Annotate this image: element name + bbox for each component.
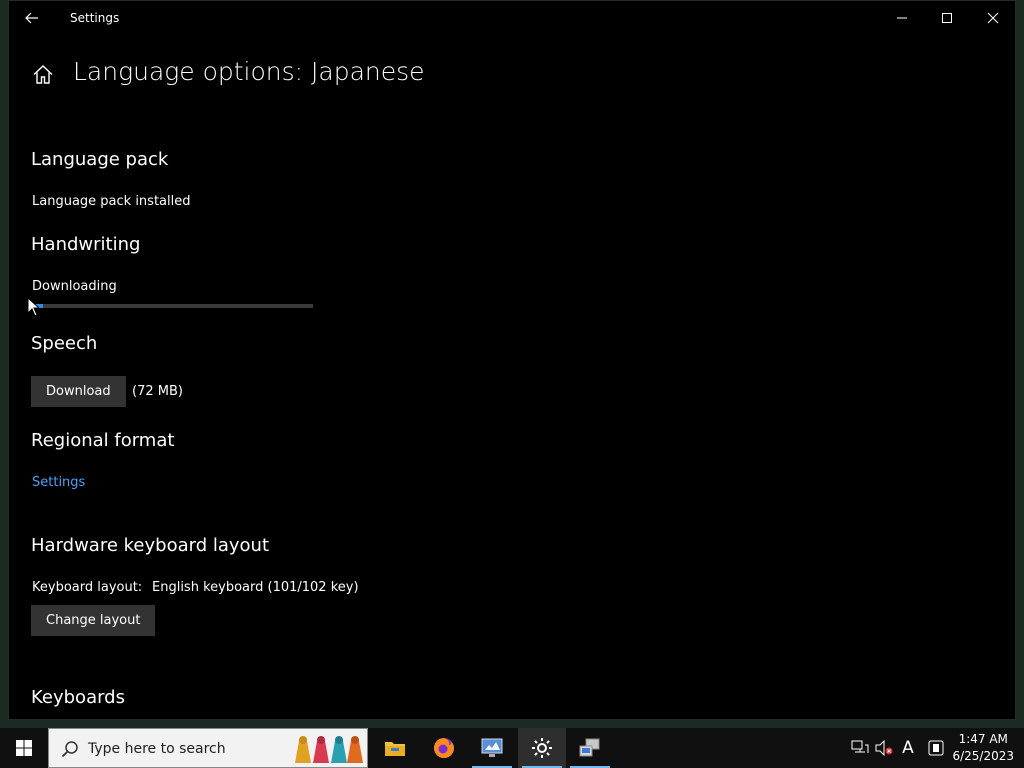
taskbar-file-explorer[interactable] [371, 728, 419, 768]
close-icon [987, 12, 999, 24]
language-pack-status: Language pack installed [32, 194, 191, 209]
hardware-keyboard-heading: Hardware keyboard layout [31, 535, 269, 556]
firefox-icon [434, 738, 454, 758]
handwriting-progress-bar [32, 304, 313, 308]
taskbar: Type here to search A 1:47 AM 6/25/2023 [0, 728, 1024, 768]
clock-date: 6/25/2023 [952, 749, 1014, 763]
search-highlight-illustration-icon [295, 736, 363, 763]
taskbar-control-panel[interactable] [468, 728, 516, 768]
keyboard-layout-value: English keyboard (101/102 key) [152, 580, 359, 595]
keyboard-layout-label: Keyboard layout: [32, 580, 143, 595]
settings-window: Settings Language options: Japanese Lang… [8, 0, 1016, 720]
network-computer-icon [579, 738, 600, 757]
taskbar-network-computer[interactable] [566, 728, 614, 768]
search-placeholder: Type here to search [88, 741, 226, 757]
minimize-icon [897, 17, 907, 19]
speech-download-button[interactable]: Download [31, 376, 126, 407]
taskbar-search-box[interactable]: Type here to search [48, 728, 368, 768]
maximize-button[interactable] [924, 1, 970, 35]
keyboards-heading: Keyboards [31, 687, 125, 708]
settings-gear-icon [532, 738, 552, 758]
volume-muted-icon [875, 740, 893, 756]
speech-download-size: (72 MB) [132, 384, 183, 399]
mouse-cursor-icon [27, 297, 39, 317]
home-icon [33, 65, 53, 84]
clock-time: 1:47 AM [958, 732, 1008, 746]
handwriting-heading: Handwriting [31, 234, 141, 255]
tray-ime-indicator[interactable]: A [898, 738, 918, 758]
notification-icon [928, 740, 944, 756]
close-button[interactable] [970, 1, 1015, 35]
control-panel-icon [481, 738, 503, 757]
taskbar-clock[interactable]: 1:47 AM 6/25/2023 [952, 731, 1014, 765]
taskbar-settings[interactable] [518, 728, 566, 768]
handwriting-status: Downloading [32, 279, 117, 294]
regional-format-settings-link[interactable]: Settings [32, 475, 85, 490]
start-button[interactable] [0, 728, 48, 768]
network-icon [851, 740, 869, 753]
speech-heading: Speech [31, 333, 98, 354]
back-arrow-icon [25, 12, 38, 24]
tray-notification[interactable] [926, 738, 946, 758]
page-title: Language options: Japanese [73, 57, 425, 86]
change-layout-button[interactable]: Change layout [31, 605, 156, 636]
taskbar-firefox[interactable] [420, 728, 468, 768]
window-title: Settings [70, 11, 120, 25]
file-explorer-icon [385, 742, 405, 756]
minimize-button[interactable] [879, 1, 925, 35]
regional-format-heading: Regional format [31, 430, 175, 451]
home-button[interactable] [31, 63, 55, 87]
language-pack-heading: Language pack [31, 149, 169, 170]
maximize-icon [942, 13, 952, 23]
tray-volume[interactable] [874, 738, 894, 758]
search-icon [61, 741, 78, 758]
title-bar: Settings [9, 1, 1015, 35]
back-button[interactable] [19, 5, 45, 31]
tray-network[interactable] [850, 738, 870, 758]
windows-logo-icon [16, 740, 32, 756]
